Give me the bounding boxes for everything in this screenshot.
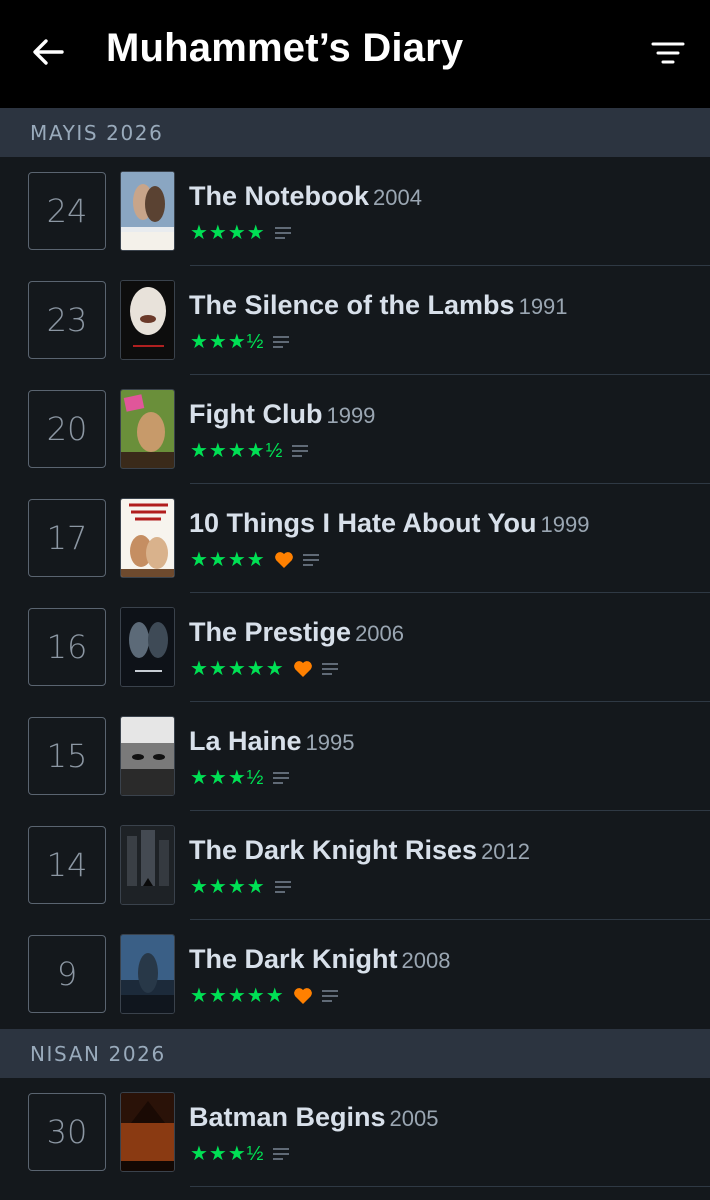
diary-entry[interactable]: 17 10 Things I Hate About You 1999 ★★★★ <box>0 484 710 593</box>
filter-icon <box>651 42 685 64</box>
film-poster[interactable] <box>120 171 175 251</box>
film-year: 2006 <box>355 621 405 646</box>
film-poster[interactable] <box>120 716 175 796</box>
film-title[interactable]: The Silence of the Lambs <box>189 290 515 320</box>
film-poster[interactable] <box>120 498 175 578</box>
diary-entry[interactable]: 14 The Dark Knight Rises 2012 ★★★★ <box>0 811 710 920</box>
film-title[interactable]: Batman Begins <box>189 1102 386 1132</box>
review-lines-icon <box>274 881 291 893</box>
film-year: 1995 <box>305 730 355 755</box>
review-lines-icon <box>273 336 290 348</box>
film-poster[interactable] <box>120 389 175 469</box>
film-title[interactable]: Fight Club <box>189 399 322 429</box>
film-poster[interactable] <box>120 1092 175 1172</box>
entry-day: 24 <box>28 172 106 250</box>
film-title[interactable]: La Haine <box>189 726 302 756</box>
film-title[interactable]: The Dark Knight Rises <box>189 835 477 865</box>
heart-icon <box>274 552 293 568</box>
film-poster[interactable] <box>120 280 175 360</box>
film-title[interactable]: The Notebook <box>189 181 369 211</box>
review-lines-icon <box>273 1148 290 1160</box>
star-rating: ★★★½ <box>190 1143 265 1165</box>
diary-entry[interactable]: 16 The Prestige 2006 ★★★★★ <box>0 593 710 702</box>
star-rating: ★★★★★ <box>190 985 285 1007</box>
diary-entry[interactable]: 15 La Haine 1995 ★★★½ <box>0 702 710 811</box>
review-lines-icon <box>274 227 291 239</box>
film-poster[interactable] <box>120 607 175 687</box>
diary-entry[interactable]: 9 The Dark Knight 2008 ★★★★★ <box>0 920 710 1029</box>
film-poster[interactable] <box>120 825 175 905</box>
entry-day: 15 <box>28 717 106 795</box>
entry-day: 14 <box>28 826 106 904</box>
diary-list: MAYIS 2026 24 The Notebook2004 ★★★★ 23 <box>0 108 710 1187</box>
star-rating: ★★★★★ <box>190 658 285 680</box>
star-rating: ★★★★ <box>190 222 266 244</box>
month-header: MAYIS 2026 <box>0 108 710 157</box>
entry-day: 23 <box>28 281 106 359</box>
film-year: 1991 <box>518 294 568 319</box>
diary-entry[interactable]: 20 Fight Club 1999 ★★★★½ <box>0 375 710 484</box>
star-rating: ★★★½ <box>190 331 265 353</box>
film-year: 2008 <box>401 948 451 973</box>
entry-day: 16 <box>28 608 106 686</box>
entry-day: 17 <box>28 499 106 577</box>
film-title[interactable]: The Prestige <box>189 617 351 647</box>
app-bar: Muhammet’s Diary <box>0 0 710 108</box>
film-year: 2005 <box>389 1106 439 1131</box>
diary-entry[interactable]: 30 Batman Begins 2005 ★★★½ <box>0 1078 710 1187</box>
film-year: 1999 <box>540 512 590 537</box>
review-lines-icon <box>321 990 338 1002</box>
film-title[interactable]: The Dark Knight <box>189 944 398 974</box>
arrow-left-icon <box>33 39 64 65</box>
film-poster[interactable] <box>120 934 175 1014</box>
review-lines-icon <box>292 445 309 457</box>
star-rating: ★★★★ <box>190 876 266 898</box>
page-title: Muhammet’s Diary <box>106 26 464 70</box>
entry-day: 20 <box>28 390 106 468</box>
entry-day: 9 <box>28 935 106 1013</box>
review-lines-icon <box>321 663 338 675</box>
divider <box>190 1186 710 1187</box>
review-lines-icon <box>273 772 290 784</box>
back-button[interactable] <box>28 32 68 72</box>
diary-entry[interactable]: 23 The Silence of the Lambs 1991 ★★★½ <box>0 266 710 375</box>
star-rating: ★★★★½ <box>190 440 284 462</box>
month-header: NISAN 2026 <box>0 1029 710 1078</box>
star-rating: ★★★½ <box>190 767 265 789</box>
film-title[interactable]: 10 Things I Hate About You <box>189 508 537 538</box>
heart-icon <box>293 988 312 1004</box>
heart-icon <box>293 661 312 677</box>
film-year: 2012 <box>481 839 531 864</box>
review-lines-icon <box>302 554 319 566</box>
diary-entry[interactable]: 24 The Notebook 2004 ★★★★ <box>0 157 710 266</box>
entry-day: 30 <box>28 1093 106 1171</box>
film-year: 1999 <box>326 403 376 428</box>
star-rating: ★★★★ <box>190 549 266 571</box>
filter-button[interactable] <box>648 34 688 74</box>
film-year: 2004 <box>373 185 422 210</box>
